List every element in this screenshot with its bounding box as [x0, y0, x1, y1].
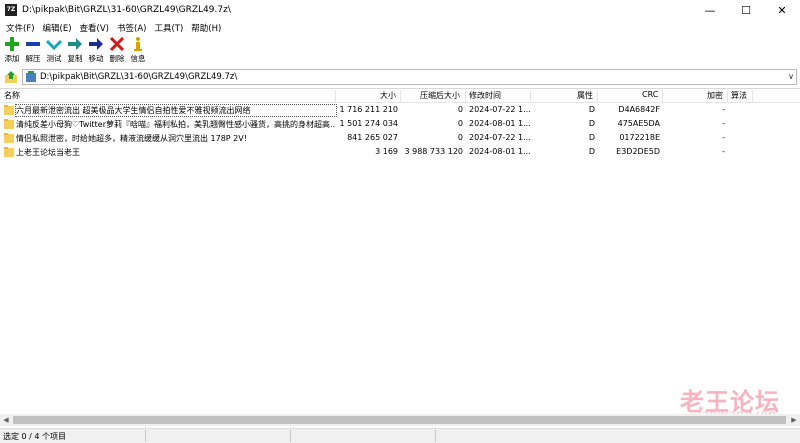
column-crc[interactable]: CRC: [642, 90, 658, 99]
path-input[interactable]: D:\pikpak\Bit\GRZL\31-60\GRZL49\GRZL49.7…: [22, 69, 797, 85]
maximize-button[interactable]: ☐: [728, 0, 764, 20]
add-label: 添加: [4, 54, 20, 63]
folder-icon: [4, 105, 14, 115]
delete-x-icon: [109, 36, 125, 52]
scrollbar-thumb[interactable]: [13, 416, 786, 424]
row-crc: 0172218E: [619, 133, 660, 142]
extract-label: 解压: [25, 54, 41, 63]
list-header: 名称 大小 压缩后大小 修改时间 属性 CRC 加密 算法: [0, 89, 800, 103]
status-selection: 选定 0 / 4 个项目: [3, 432, 67, 441]
toolbar: 添加 解压 测试 复制 移动 删除 信息: [0, 36, 800, 66]
row-crc: 475AE5DA: [617, 119, 660, 128]
move-arrow-icon: [88, 36, 104, 52]
menu-file[interactable]: 文件(F): [2, 22, 39, 34]
row-size: 1 501 274 034: [339, 119, 398, 128]
horizontal-scrollbar[interactable]: ◀ ▶: [0, 414, 800, 426]
column-encrypted[interactable]: 加密: [707, 90, 723, 101]
add-button[interactable]: 添加: [2, 36, 22, 66]
table-row[interactable]: 清纯反差小母狗♡Twitter萝莉『晗喵』福利私拍，美乳翘臀性感小骚货，高挑的身…: [0, 118, 800, 131]
minimize-button[interactable]: —: [692, 0, 728, 20]
menu-bookmarks[interactable]: 书签(A): [113, 22, 150, 34]
menu-help[interactable]: 帮助(H): [187, 22, 225, 34]
row-crc: E3D2DE5D: [616, 147, 660, 156]
plus-icon: [4, 36, 20, 52]
copy-label: 复制: [67, 54, 83, 63]
row-crc: D4A6842F: [618, 105, 660, 114]
window-controls: — ☐ ✕: [692, 0, 800, 20]
address-bar: D:\pikpak\Bit\GRZL\31-60\GRZL49\GRZL49.7…: [0, 68, 800, 86]
test-label: 测试: [46, 54, 62, 63]
menu-edit[interactable]: 编辑(E): [39, 22, 76, 34]
row-name: 情侣私照泄密，时给她超多，精液流缓缓从洞穴里流出 178P 2V!: [16, 134, 247, 143]
row-modified: 2024-07-22 1...: [469, 133, 531, 142]
row-attr: D: [588, 133, 595, 142]
test-button[interactable]: 测试: [44, 36, 64, 66]
title-bar: 7Z D:\pikpak\Bit\GRZL\31-60\GRZL49\GRZL4…: [0, 0, 800, 20]
status-bar: 选定 0 / 4 个项目: [0, 428, 800, 443]
menu-bar: 文件(F) 编辑(E) 查看(V) 书签(A) 工具(T) 帮助(H): [0, 20, 800, 35]
row-size: 3 169: [375, 147, 398, 156]
path-text: D:\pikpak\Bit\GRZL\31-60\GRZL49\GRZL49.7…: [40, 72, 238, 82]
table-row[interactable]: 上老王论坛当老王 3 169 3 988 733 120 2024-08-01 …: [0, 146, 800, 159]
row-size: 1 716 211 210: [339, 105, 398, 114]
row-attr: D: [588, 147, 595, 156]
archive-icon: [26, 71, 36, 82]
copy-arrow-icon: [67, 36, 83, 52]
move-label: 移动: [88, 54, 104, 63]
row-name: 上老王论坛当老王: [16, 148, 80, 157]
row-size: 841 265 027: [347, 133, 398, 142]
column-name[interactable]: 名称: [4, 90, 20, 101]
row-encrypted: -: [722, 147, 725, 156]
table-row[interactable]: 情侣私照泄密，时给她超多，精液流缓缓从洞穴里流出 178P 2V! 841 26…: [0, 132, 800, 145]
copy-button[interactable]: 复制: [65, 36, 85, 66]
info-label: 信息: [130, 54, 146, 63]
checkmark-icon: [46, 36, 62, 52]
row-modified: 2024-07-22 1...: [469, 105, 531, 114]
row-packed: 0: [457, 133, 463, 142]
column-packed-size[interactable]: 压缩后大小: [420, 90, 460, 101]
row-modified: 2024-08-01 1...: [469, 119, 531, 128]
row-encrypted: -: [722, 105, 725, 114]
menu-tools[interactable]: 工具(T): [150, 22, 187, 34]
delete-label: 删除: [109, 54, 125, 63]
row-packed: 3 988 733 120: [404, 147, 463, 156]
row-encrypted: -: [722, 133, 725, 142]
scroll-right-icon[interactable]: ▶: [788, 414, 800, 426]
window-title: D:\pikpak\Bit\GRZL\31-60\GRZL49\GRZL49.7…: [22, 5, 231, 15]
table-row[interactable]: 六月最新泄密流出 超美极品大学生情侣自拍性爱不雅视频流出网络 1 716 211…: [0, 104, 800, 117]
file-list: 名称 大小 压缩后大小 修改时间 属性 CRC 加密 算法 六月最新泄密流出 超…: [0, 88, 800, 413]
column-size[interactable]: 大小: [380, 90, 396, 101]
chevron-down-icon[interactable]: ∨: [788, 72, 794, 81]
row-attr: D: [588, 119, 595, 128]
column-method[interactable]: 算法: [731, 90, 747, 101]
folder-icon: [4, 147, 14, 157]
info-icon: [130, 36, 146, 52]
scroll-left-icon[interactable]: ◀: [0, 414, 12, 426]
move-button[interactable]: 移动: [86, 36, 106, 66]
row-name: 清纯反差小母狗♡Twitter萝莉『晗喵』福利私拍，美乳翘臀性感小骚货，高挑的身…: [16, 120, 336, 129]
column-attributes[interactable]: 属性: [577, 90, 593, 101]
menu-view[interactable]: 查看(V): [76, 22, 113, 34]
row-modified: 2024-08-01 1...: [469, 147, 531, 156]
close-button[interactable]: ✕: [764, 0, 800, 20]
info-button[interactable]: 信息: [128, 36, 148, 66]
minus-icon: [25, 36, 41, 52]
row-packed: 0: [457, 105, 463, 114]
folder-icon: [4, 119, 14, 129]
extract-button[interactable]: 解压: [23, 36, 43, 66]
row-encrypted: -: [722, 119, 725, 128]
delete-button[interactable]: 删除: [107, 36, 127, 66]
row-attr: D: [588, 105, 595, 114]
folder-up-icon: [5, 71, 17, 83]
row-name: 六月最新泄密流出 超美极品大学生情侣自拍性爱不雅视频流出网络: [15, 104, 337, 117]
7zip-app-icon: 7Z: [5, 4, 17, 16]
folder-up-button[interactable]: [3, 69, 19, 85]
column-modified[interactable]: 修改时间: [469, 90, 501, 101]
folder-icon: [4, 133, 14, 143]
row-packed: 0: [457, 119, 463, 128]
